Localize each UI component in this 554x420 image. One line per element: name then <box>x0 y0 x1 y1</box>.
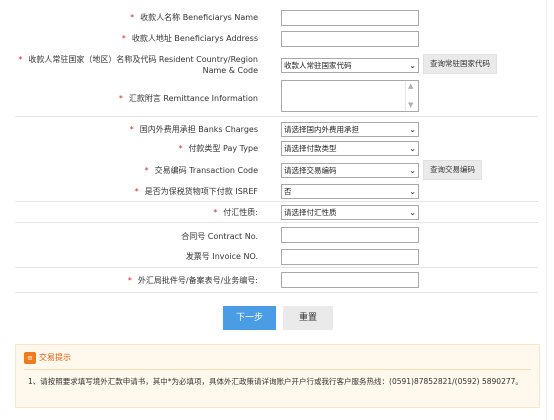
row-pay-type: * 付款类型 Pay Type 请选择付款类型 ⌄ <box>15 139 538 157</box>
approval-no-label: * 外汇局批件号/备案表号/业务编号: <box>127 276 258 285</box>
row-approval-no: * 外汇局批件号/备案表号/业务编号: <box>15 267 538 293</box>
row-beneficiary-name: * 收款人名称 Beneficiarys Name <box>15 0 538 30</box>
pay-type-select[interactable]: 请选择付款类型 ⌄ <box>281 141 419 156</box>
isref-select[interactable]: 否 ⌄ <box>281 184 419 199</box>
transaction-tips-panel: ≡ 交易提示 1、请按照要求填写境外汇款申请书，其中*为必填项，具体外汇政策请详询… <box>15 344 540 408</box>
row-isref: * 是否为保税货物项下付款 ISREF 否 ⌄ <box>15 183 538 201</box>
chevron-down-icon: ⌄ <box>409 61 416 70</box>
remittance-info-label: * 汇款附言 Remittance Information <box>118 94 258 103</box>
bank-charges-label: * 国内外费用承担 Banks Charges <box>129 125 258 134</box>
invoice-no-input[interactable] <box>281 249 419 265</box>
beneficiary-name-label: * 收款人名称 Beneficiarys Name <box>130 13 258 22</box>
row-beneficiary-address: * 收款人地址 Beneficiarys Address <box>15 30 538 50</box>
page-scroll-edge <box>546 0 547 420</box>
next-step-button[interactable]: 下一步 <box>223 306 276 330</box>
row-resident-country: * 收款人常驻国家（地区）名称及代码 Resident Country/Regio… <box>15 50 538 78</box>
tips-text: 1、请按照要求填写境外汇款申请书，其中*为必填项，具体外汇政策请详询账户开户行或… <box>28 377 523 386</box>
contract-no-label: 合同号 Contract No. <box>181 232 258 241</box>
row-remit-nature: * 付汇性质: 请选择付汇性质 ⌄ <box>15 201 538 222</box>
approval-no-input[interactable] <box>281 272 419 288</box>
isref-label: * 是否为保税货物项下付款 ISREF <box>134 187 258 196</box>
row-contract-no: 合同号 Contract No. <box>15 222 538 247</box>
bank-charges-select[interactable]: 请选择国内外费用承担 ⌄ <box>281 122 419 137</box>
chevron-down-icon: ⌄ <box>409 166 416 175</box>
resident-country-select[interactable]: 收款人常驻国家代码 ⌄ <box>281 58 419 73</box>
tips-divider <box>24 369 531 370</box>
tips-header: ≡ 交易提示 <box>24 351 71 365</box>
query-country-code-button[interactable]: 查询常驻国家代码 <box>423 54 497 74</box>
row-bank-charges: * 国内外费用承担 Banks Charges 请选择国内外费用承担 ⌄ <box>15 116 538 139</box>
scroll-down-icon[interactable]: ▼ <box>408 101 413 109</box>
pay-type-label: * 付款类型 Pay Type <box>178 144 258 153</box>
scroll-up-icon[interactable]: ▲ <box>408 82 413 90</box>
reset-button[interactable]: 重置 <box>283 306 333 330</box>
remittance-info-textarea[interactable]: ▲ ▼ <box>281 80 419 112</box>
info-icon: ≡ <box>24 351 36 364</box>
chevron-down-icon: ⌄ <box>409 125 416 134</box>
transaction-code-label: * 交易编码 Transaction Code <box>144 166 258 175</box>
remit-nature-label: * 付汇性质: <box>213 208 258 217</box>
row-transaction-code: * 交易编码 Transaction Code 请选择交易编码 ⌄ 查询交易编码 <box>15 157 538 183</box>
textarea-scrollbar[interactable]: ▲ ▼ <box>405 81 418 111</box>
remit-nature-select[interactable]: 请选择付汇性质 ⌄ <box>281 205 419 220</box>
invoice-no-label: 发票号 Invoice NO. <box>185 252 258 261</box>
chevron-down-icon: ⌄ <box>409 144 416 153</box>
row-remittance-info: * 汇款附言 Remittance Information ▲ ▼ <box>15 78 538 116</box>
resident-country-label: * 收款人常驻国家（地区）名称及代码 Resident Country/Regio… <box>18 55 258 75</box>
form-actions: 下一步 重置 <box>0 306 554 332</box>
chevron-down-icon: ⌄ <box>409 208 416 217</box>
query-transaction-code-button[interactable]: 查询交易编码 <box>423 160 482 180</box>
transaction-code-select[interactable]: 请选择交易编码 ⌄ <box>281 163 419 178</box>
contract-no-input[interactable] <box>281 227 419 243</box>
remittance-form: * 收款人名称 Beneficiarys Name * 收款人地址 Benefici… <box>15 0 538 293</box>
beneficiary-address-input[interactable] <box>281 31 419 47</box>
beneficiary-name-input[interactable] <box>281 10 419 26</box>
row-invoice-no: 发票号 Invoice NO. <box>15 247 538 267</box>
beneficiary-address-label: * 收款人地址 Beneficiarys Address <box>121 34 258 43</box>
chevron-down-icon: ⌄ <box>409 187 416 196</box>
